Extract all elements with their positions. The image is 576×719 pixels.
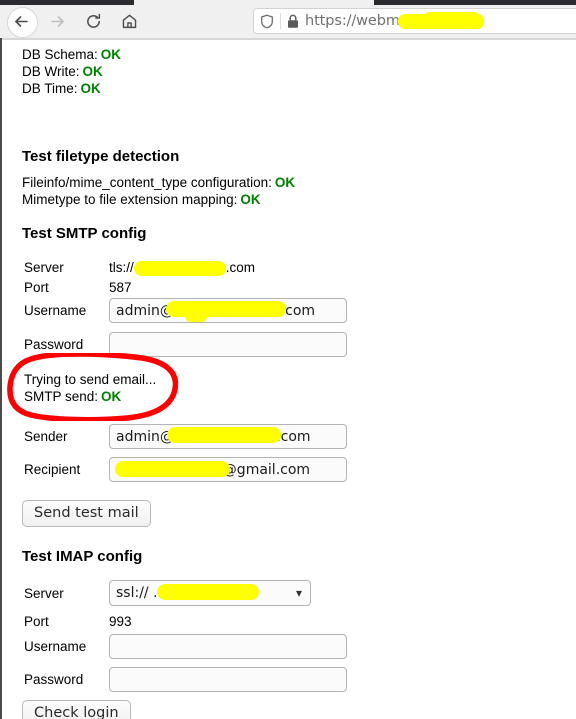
- smtp-password-row: Password: [2, 332, 347, 357]
- send-test-mail-button[interactable]: Send test mail: [22, 500, 151, 527]
- smtp-username-field-wrap: [109, 298, 347, 323]
- fileinfo-line: Fileinfo/mime_content_type configuration…: [2, 174, 295, 191]
- check-login-button[interactable]: Check login: [22, 700, 131, 719]
- home-icon[interactable]: [111, 5, 147, 38]
- smtp-recipient-label: Recipient: [24, 462, 81, 477]
- smtp-send-label: SMTP send:: [24, 389, 99, 404]
- fileinfo-status: OK: [274, 175, 296, 190]
- address-bar[interactable]: https://webmail.com/ins: [253, 8, 576, 34]
- imap-username-input[interactable]: [109, 634, 347, 659]
- active-tab[interactable]: [134, 0, 374, 5]
- smtp-recipient-input[interactable]: [109, 457, 347, 482]
- back-icon[interactable]: [3, 5, 39, 38]
- smtp-server-row: Server tls:// .com: [2, 258, 255, 277]
- smtp-recipient-row: Recipient: [2, 457, 347, 482]
- imap-port-value: 993: [109, 614, 132, 629]
- smtp-send-status: OK: [101, 389, 122, 404]
- smtp-trying-message: Trying to send email...: [24, 372, 157, 387]
- navigation-toolbar: [0, 5, 147, 38]
- shield-icon[interactable]: [254, 14, 280, 29]
- smtp-section-title: Test SMTP config: [22, 225, 147, 242]
- smtp-password-label: Password: [24, 337, 84, 352]
- imap-server-row: Server ssl:// .com ▾: [2, 580, 311, 606]
- imap-server-label: Server: [24, 585, 64, 601]
- smtp-password-field-wrap: [109, 332, 347, 357]
- forward-icon: [39, 5, 75, 38]
- imap-password-field-wrap: [109, 667, 347, 692]
- fileinfo-label: Fileinfo/mime_content_type configuration…: [22, 175, 272, 190]
- imap-password-input[interactable]: [109, 667, 347, 692]
- imap-port-label: Port: [24, 614, 49, 629]
- imap-password-row: Password: [2, 667, 347, 692]
- url-text[interactable]: https://webmail.com/ins: [305, 12, 484, 29]
- mimetype-status: OK: [240, 192, 261, 207]
- lock-icon[interactable]: [281, 14, 305, 29]
- send-test-mail-wrap: Send test mail: [22, 500, 151, 527]
- reload-icon[interactable]: [75, 5, 111, 38]
- check-login-wrap: Check login: [22, 700, 131, 719]
- smtp-sender-input[interactable]: [109, 424, 347, 449]
- smtp-recipient-field-wrap: [109, 457, 347, 482]
- smtp-port-label: Port: [24, 280, 49, 295]
- smtp-send-result: Trying to send email... SMTP send: OK: [24, 371, 156, 405]
- imap-username-field-wrap: [109, 634, 347, 659]
- db-time-label: DB Time:: [22, 81, 78, 96]
- smtp-server-value: tls:// .com: [109, 258, 255, 277]
- filetype-check-list: Fileinfo/mime_content_type configuration…: [2, 174, 295, 208]
- imap-section-title: Test IMAP config: [22, 548, 143, 565]
- imap-server-select-wrap: ssl:// .com ▾: [109, 580, 311, 606]
- smtp-port-value: 587: [109, 280, 132, 295]
- mimetype-line: Mimetype to file extension mapping: OK: [2, 191, 295, 208]
- imap-password-label: Password: [24, 672, 84, 687]
- smtp-server-tld: .com: [225, 260, 256, 275]
- db-write-line: DB Write: OK: [2, 63, 121, 80]
- smtp-username-row: Username: [2, 298, 347, 323]
- db-schema-line: DB Schema: OK: [2, 46, 121, 63]
- browser-chrome: https://webmail.com/ins: [0, 0, 576, 38]
- smtp-password-input[interactable]: [109, 332, 347, 357]
- smtp-send-line: SMTP send: OK: [24, 388, 156, 405]
- db-schema-status: OK: [100, 47, 122, 62]
- smtp-sender-row: Sender: [2, 424, 347, 449]
- smtp-server-redaction: [133, 260, 226, 276]
- imap-port-row: Port 993: [2, 612, 132, 631]
- content-top-edge: [2, 38, 576, 40]
- smtp-sender-label: Sender: [24, 429, 68, 444]
- db-check-list: DB Schema: OK DB Write: OK DB Time: OK: [2, 46, 121, 97]
- db-schema-label: DB Schema:: [22, 47, 98, 62]
- smtp-server-scheme: tls://: [109, 260, 134, 275]
- db-write-status: OK: [82, 64, 103, 79]
- page-viewport: DB Schema: OK DB Write: OK DB Time: OK Test…: [0, 38, 576, 719]
- smtp-port-row: Port 587: [2, 278, 132, 297]
- db-time-status: OK: [80, 81, 101, 96]
- imap-server-select[interactable]: ssl:// .com: [109, 580, 311, 606]
- smtp-server-label: Server: [24, 260, 64, 275]
- db-write-label: DB Write:: [22, 64, 80, 79]
- url-redaction-highlight-2: [422, 12, 482, 29]
- smtp-username-label: Username: [24, 303, 87, 318]
- smtp-username-input[interactable]: [109, 298, 347, 323]
- db-time-line: DB Time: OK: [2, 80, 121, 97]
- filetype-section-title: Test filetype detection: [22, 148, 180, 165]
- smtp-sender-field-wrap: [109, 424, 347, 449]
- imap-username-label: Username: [24, 639, 87, 654]
- mimetype-label: Mimetype to file extension mapping:: [22, 192, 238, 207]
- imap-username-row: Username: [2, 634, 347, 659]
